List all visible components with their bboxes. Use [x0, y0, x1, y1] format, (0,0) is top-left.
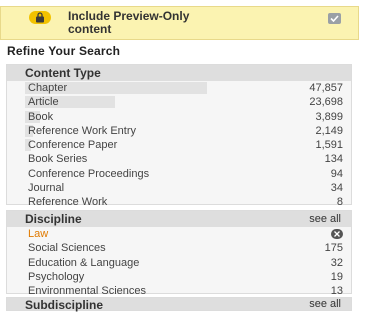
content-type-facet: Content Type Chapter 47,857 Article 23,698…	[6, 64, 352, 208]
facet-item-count: 94	[330, 167, 343, 180]
facet-item[interactable]: Conference Proceedings 94	[7, 167, 351, 181]
facet-item-count: 8	[336, 196, 343, 209]
facet-item[interactable]: Journal 34	[7, 181, 351, 195]
facet-item-label: Book Series	[28, 153, 88, 166]
facet-item-label: Psychology	[28, 270, 85, 283]
facet-item[interactable]: Book Series 134	[7, 152, 351, 166]
preview-label-line1: Include Preview-Only	[68, 9, 190, 23]
facet-item-label: Law	[28, 228, 49, 240]
facet-item-label: Education & Language	[28, 256, 140, 269]
facet-item-count: 32	[330, 256, 343, 269]
facet-item-count: 2,149	[315, 124, 343, 137]
facet-item[interactable]: Conference Paper 1,591	[7, 138, 351, 152]
subdiscipline-header: Subdiscipline see all	[6, 297, 352, 312]
facet-item[interactable]: Social Sciences 175	[7, 241, 351, 255]
remove-filter-icon[interactable]	[331, 229, 343, 239]
preview-only-banner[interactable]: Include Preview-Only content	[0, 6, 359, 40]
discipline-see-all-link[interactable]: see all	[309, 213, 341, 225]
facet-item-count: 3,899	[315, 110, 343, 123]
facet-item-count: 134	[324, 153, 343, 166]
facet-item[interactable]: Book 3,899	[7, 110, 351, 124]
facet-item-label: Book	[28, 110, 54, 123]
content-type-header: Content Type	[7, 65, 351, 81]
facet-item[interactable]: Article 23,698	[7, 95, 351, 109]
refine-search-title: Refine Your Search	[7, 44, 121, 58]
lock-icon	[29, 11, 51, 24]
preview-only-label: Include Preview-Only content	[68, 10, 328, 36]
preview-label-line2: content	[68, 22, 112, 36]
facet-item-count: 23,698	[309, 96, 343, 109]
discipline-title: Discipline	[25, 212, 82, 226]
facet-item[interactable]: Reference Work 8	[7, 195, 351, 209]
discipline-header: Discipline see all	[7, 211, 351, 227]
facet-item[interactable]: Reference Work Entry 2,149	[7, 124, 351, 138]
facet-item-count: 175	[324, 242, 343, 255]
facet-item-label: Social Sciences	[28, 242, 106, 255]
subdiscipline-title: Subdiscipline	[25, 298, 104, 312]
facet-item-label: Conference Proceedings	[28, 167, 150, 180]
facet-item[interactable]: Psychology 19	[7, 270, 351, 284]
content-type-list: Chapter 47,857 Article 23,698 Book 3,899 Re…	[7, 81, 351, 210]
facet-item[interactable]: Chapter 47,857	[7, 81, 351, 95]
facet-item-label: Journal	[28, 182, 65, 195]
facet-item-count: 34	[330, 182, 343, 195]
refine-sidebar: Include Preview-Only content Refine Your…	[0, 0, 368, 312]
facet-item[interactable]: Education & Language 32	[7, 256, 351, 270]
facet-item-label: Reference Work Entry	[28, 124, 137, 137]
facet-item-label: Reference Work	[28, 196, 108, 209]
facet-item-count: 1,591	[315, 139, 343, 152]
facet-item-selected[interactable]: Law	[7, 227, 351, 241]
facet-item-label: Conference Paper	[28, 139, 118, 152]
facet-item-label: Article	[28, 96, 59, 109]
content-type-title: Content Type	[25, 66, 101, 80]
facet-item-count: 19	[330, 270, 343, 283]
preview-only-checkbox[interactable]	[328, 13, 341, 24]
subdiscipline-see-all-link[interactable]: see all	[309, 298, 341, 310]
discipline-facet: Discipline see all Law Social Sciences 17…	[6, 210, 352, 297]
facet-item-count: 47,857	[309, 82, 343, 94]
facet-item-label: Chapter	[28, 82, 68, 94]
